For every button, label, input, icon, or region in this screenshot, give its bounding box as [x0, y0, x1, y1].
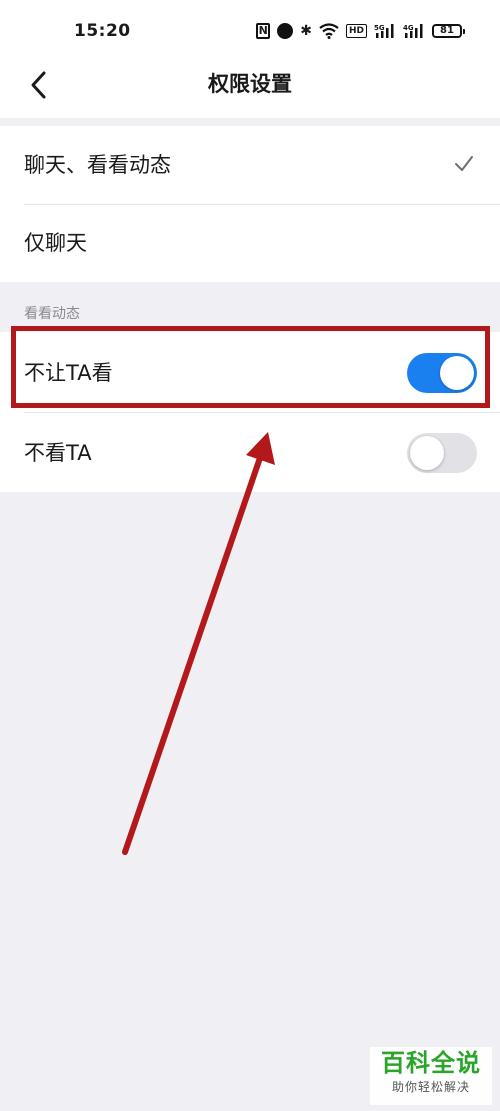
watermark-logo: 百科全说 助你轻松解决 [370, 1047, 492, 1105]
watermark-title: 百科全说 [381, 1049, 481, 1077]
annotation-arrow [122, 432, 275, 855]
watermark-subtitle: 助你轻松解决 [391, 1080, 470, 1094]
